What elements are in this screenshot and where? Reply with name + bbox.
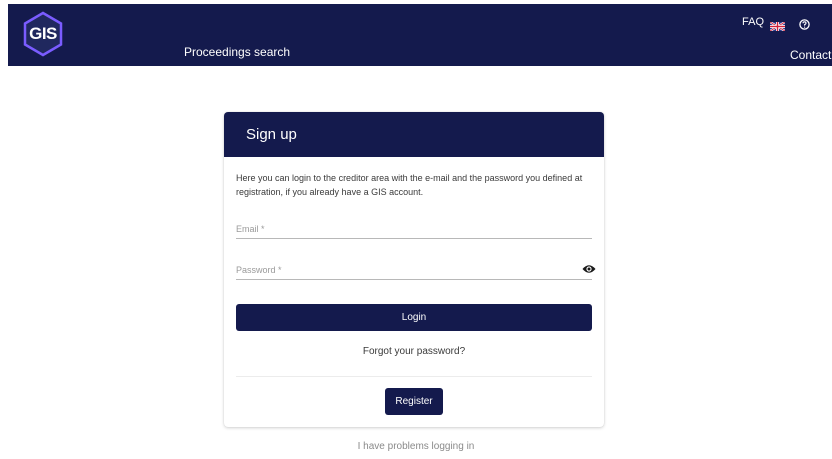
nav-contact[interactable]: Contact (790, 48, 831, 62)
signup-card: Sign up Here you can login to the credit… (224, 112, 604, 427)
login-page: GIS Proceedings search FAQ Contact Sign … (0, 0, 832, 459)
password-label: Password * (236, 265, 282, 275)
gis-logo[interactable]: GIS (20, 11, 66, 57)
card-header: Sign up (224, 112, 604, 157)
login-button[interactable]: Login (236, 304, 592, 331)
email-field[interactable]: Email * (236, 218, 592, 239)
eye-icon[interactable] (582, 261, 596, 273)
nav-faq[interactable]: FAQ (742, 16, 764, 28)
forgot-password-link[interactable]: Forgot your password? (224, 346, 604, 357)
help-circle-icon[interactable] (799, 17, 810, 30)
register-button[interactable]: Register (385, 388, 443, 415)
problems-logging-in-link[interactable]: I have problems logging in (0, 441, 832, 452)
nav-proceedings-search[interactable]: Proceedings search (184, 45, 290, 59)
uk-flag-icon[interactable] (769, 18, 786, 32)
top-header: GIS Proceedings search FAQ Contact (8, 4, 832, 66)
logo-text: GIS (29, 24, 57, 43)
card-title: Sign up (246, 126, 297, 143)
password-field[interactable]: Password * (236, 259, 596, 280)
intro-text: Here you can login to the creditor area … (236, 173, 583, 197)
email-label: Email * (236, 224, 265, 234)
divider (236, 376, 592, 377)
